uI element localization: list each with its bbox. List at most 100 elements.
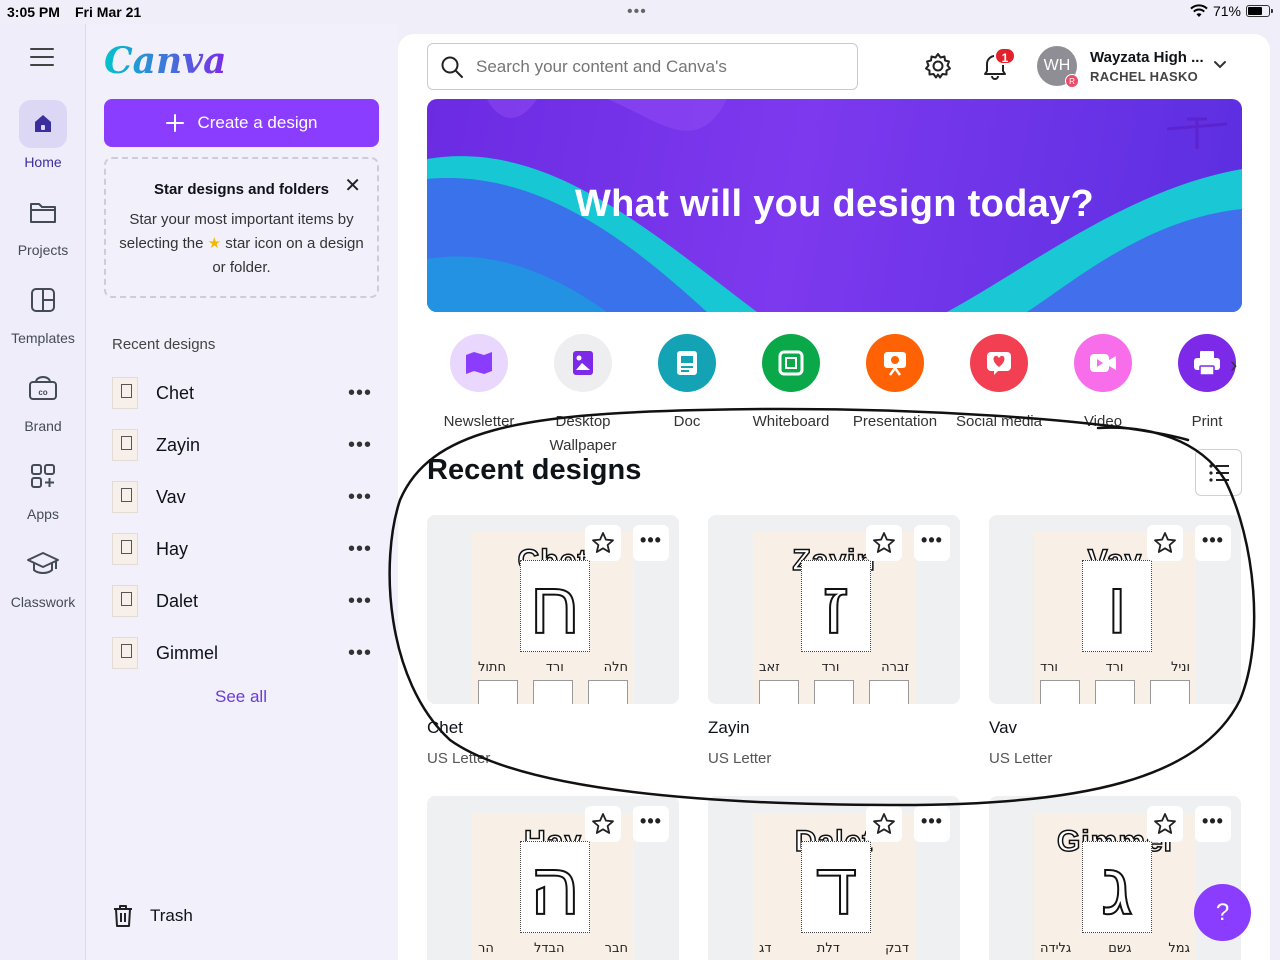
menu-icon[interactable] <box>30 48 54 68</box>
design-card-chet[interactable]: Chet ח חתולורדחלה ••• Chet US Letter <box>427 515 679 767</box>
design-thumbnail[interactable]: Gimmel ג גלידהגשםגמל ••• <box>989 796 1241 960</box>
design-card-dalet[interactable]: Dalet ד דגדלתדבק ••• <box>708 796 960 960</box>
chevron-down-icon[interactable] <box>1213 60 1227 70</box>
whiteboard-icon <box>762 334 820 392</box>
more-options-button[interactable]: ••• <box>633 525 669 561</box>
design-title[interactable]: Chet <box>427 718 679 738</box>
star-button[interactable] <box>866 525 902 561</box>
category-whiteboard[interactable]: Whiteboard <box>739 334 843 434</box>
more-options-button[interactable]: ••• <box>633 806 669 842</box>
preview-word-item: הר <box>478 941 494 956</box>
preview-word-item: דלת <box>816 941 840 956</box>
user-mini-avatar: R <box>1065 74 1079 88</box>
design-thumbnail[interactable]: Vav ו ורדורדוניל ••• <box>989 515 1241 704</box>
preview-letter: ח <box>528 559 582 652</box>
design-title[interactable]: Vav <box>989 718 1241 738</box>
preview-word-item: זאב <box>759 660 780 675</box>
more-options-icon[interactable]: ••• <box>348 590 372 613</box>
preview-words: ורד ורד וניל <box>1040 660 1190 675</box>
design-card-hay[interactable]: Hay ה הרהבדלחבר ••• <box>427 796 679 960</box>
see-all-link[interactable]: See all <box>215 687 267 707</box>
category-print[interactable]: Print <box>1155 334 1259 434</box>
design-thumbnail[interactable]: Zayin ז זאבורדזברה ••• <box>708 515 960 704</box>
preview-word-item: וניל <box>1170 660 1190 675</box>
more-options-button[interactable]: ••• <box>914 806 950 842</box>
rail-item-projects[interactable]: Projects <box>0 188 86 258</box>
avatar-initials: WH <box>1043 57 1071 74</box>
preview-word-item: חלה <box>603 660 628 675</box>
recent-item-name: Dalet <box>156 590 199 611</box>
video-icon <box>1074 334 1132 392</box>
close-icon[interactable]: ✕ <box>344 173 361 198</box>
recent-item-dalet[interactable]: Dalet ••• <box>112 575 372 627</box>
rail-item-brand[interactable]: co Brand <box>0 364 86 434</box>
preview-letter: ז <box>821 559 851 652</box>
preview-word-item: ורד <box>545 660 564 675</box>
create-design-button[interactable]: Create a design <box>104 99 379 147</box>
chevron-right-icon[interactable]: › <box>1230 352 1237 378</box>
preview-word-item: הבדל <box>533 941 565 956</box>
more-options-icon[interactable]: ••• <box>348 486 372 509</box>
category-video[interactable]: Video <box>1051 334 1155 434</box>
recent-item-zayin[interactable]: Zayin ••• <box>112 419 372 471</box>
design-card-vav[interactable]: Vav ו ורדורדוניל ••• Vav US Letter <box>989 515 1241 767</box>
preview-word-item: חבר <box>604 941 628 956</box>
star-icon <box>873 813 895 834</box>
social-media-heart-icon <box>970 334 1028 392</box>
design-type: US Letter <box>989 750 1053 767</box>
recent-item-hay[interactable]: Hay ••• <box>112 523 372 575</box>
rail-item-home[interactable]: Home <box>0 100 86 170</box>
more-options-icon[interactable]: ••• <box>348 538 372 561</box>
rail-item-classwork[interactable]: Classwork <box>0 540 86 610</box>
recent-item-vav[interactable]: Vav ••• <box>112 471 372 523</box>
search-bar[interactable] <box>427 43 858 90</box>
star-button[interactable] <box>585 525 621 561</box>
rail-item-templates[interactable]: Templates <box>0 276 86 346</box>
more-options-icon[interactable]: ••• <box>348 642 372 665</box>
design-thumbnail <box>112 585 138 617</box>
star-button[interactable] <box>1147 525 1183 561</box>
status-time: 3:05 PM <box>7 4 60 20</box>
rail-item-apps[interactable]: Apps <box>0 452 86 522</box>
category-newsletter[interactable]: Newsletter <box>427 334 531 434</box>
design-thumbnail[interactable]: Hay ה הרהבדלחבר ••• <box>427 796 679 960</box>
category-presentation[interactable]: Presentation <box>843 334 947 434</box>
design-card-zayin[interactable]: Zayin ז זאבורדזברה ••• Zayin US Letter <box>708 515 960 767</box>
svg-text:co: co <box>38 388 47 397</box>
trash-button[interactable]: Trash <box>112 904 193 928</box>
list-view-button[interactable] <box>1195 449 1242 496</box>
account-info[interactable]: Wayzata High ... RACHEL HASKO <box>1090 49 1204 84</box>
hero-banner: What will you design today? <box>427 99 1242 312</box>
search-input[interactable] <box>476 56 836 77</box>
more-options-button[interactable]: ••• <box>914 525 950 561</box>
design-thumbnail[interactable]: Dalet ד דגדלתדבק ••• <box>708 796 960 960</box>
star-icon <box>873 532 895 553</box>
recent-item-gimmel[interactable]: Gimmel ••• <box>112 627 372 679</box>
more-options-icon[interactable]: ••• <box>348 382 372 405</box>
category-social-media[interactable]: Social media <box>947 334 1051 434</box>
more-options-button[interactable]: ••• <box>1195 806 1231 842</box>
canva-logo[interactable]: Canva <box>104 40 226 82</box>
star-button[interactable] <box>1147 806 1183 842</box>
recent-designs-title: Recent designs <box>427 454 642 486</box>
recent-item-chet[interactable]: Chet ••• <box>112 367 372 419</box>
star-button[interactable] <box>585 806 621 842</box>
more-options-button[interactable]: ••• <box>1195 525 1231 561</box>
preview-word-item: דג <box>759 941 772 956</box>
category-doc[interactable]: Doc <box>635 334 739 434</box>
design-type: US Letter <box>708 750 772 767</box>
help-button[interactable]: ? <box>1194 884 1251 941</box>
rail-label-apps: Apps <box>27 506 59 522</box>
design-thumbnail[interactable]: Chet ח חתולורדחלה ••• <box>427 515 679 704</box>
design-title[interactable]: Zayin <box>708 718 960 738</box>
preview-pictures <box>478 680 628 704</box>
design-card-gimmel[interactable]: Gimmel ג גלידהגשםגמל ••• <box>989 796 1241 960</box>
more-options-icon[interactable]: ••• <box>348 434 372 457</box>
multitask-dots-icon[interactable]: ••• <box>627 3 647 21</box>
printer-icon <box>1178 334 1236 392</box>
avatar[interactable]: WH R <box>1037 46 1079 88</box>
plus-icon <box>166 114 185 132</box>
category-desktop-wallpaper[interactable]: Desktop Wallpaper <box>531 334 635 458</box>
star-button[interactable] <box>866 806 902 842</box>
settings-gear-icon[interactable] <box>924 52 952 80</box>
